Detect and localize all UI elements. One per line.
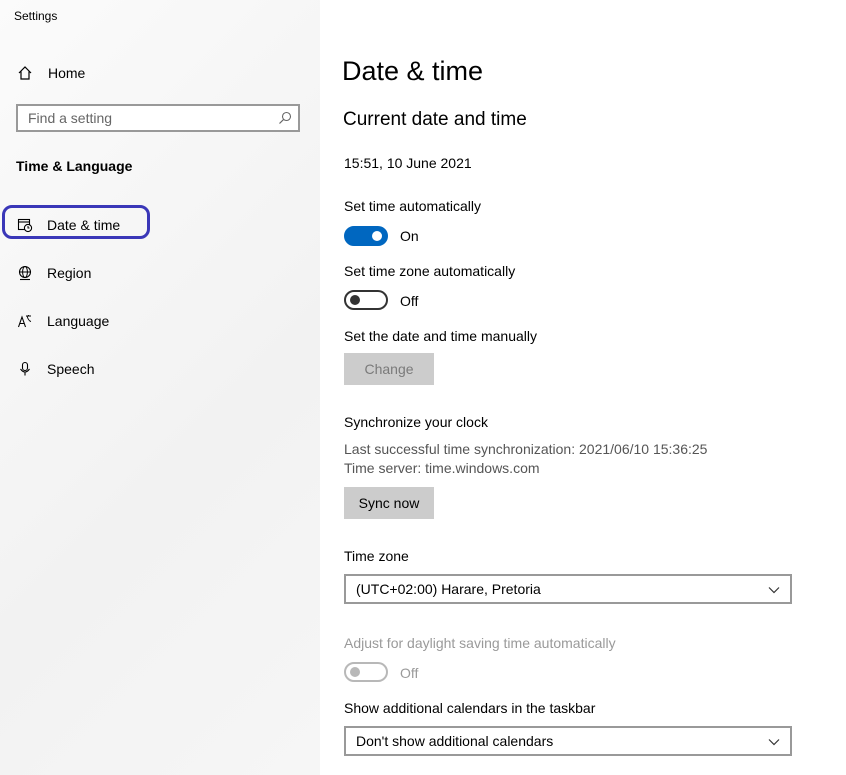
- calendars-value: Don't show additional calendars: [356, 733, 554, 749]
- dst-toggle: [344, 662, 388, 682]
- current-date-heading: Current date and time: [343, 109, 527, 130]
- page-title: Date & time: [342, 56, 484, 86]
- search-icon[interactable]: [278, 111, 292, 130]
- set-time-auto-toggle[interactable]: [344, 226, 388, 246]
- sync-heading: Synchronize your clock: [344, 414, 488, 430]
- home-nav-item[interactable]: Home: [16, 57, 85, 89]
- section-label: Time & Language: [16, 158, 133, 174]
- toggle-knob: [350, 295, 360, 305]
- sidebar-item-label: Speech: [47, 361, 95, 377]
- sidebar-item-speech[interactable]: Speech: [16, 353, 94, 385]
- manual-label: Set the date and time manually: [344, 328, 538, 344]
- time-server-text: Time server: time.windows.com: [344, 460, 540, 476]
- home-label: Home: [48, 65, 86, 81]
- set-zone-auto-toggle[interactable]: [344, 290, 388, 310]
- main-panel: Date & time Current date and time 15:51,…: [320, 0, 846, 775]
- sidebar-item-language[interactable]: Language: [16, 305, 109, 337]
- set-time-auto-state: On: [400, 228, 419, 244]
- dst-state: Off: [400, 665, 419, 681]
- sidebar: Settings Home Time & Language Date & tim…: [0, 0, 320, 775]
- sidebar-item-region[interactable]: Region: [16, 257, 91, 289]
- calendar-clock-icon: [16, 216, 34, 234]
- dst-label: Adjust for daylight saving time automati…: [344, 635, 616, 651]
- toggle-knob: [350, 667, 360, 677]
- sidebar-item-label: Date & time: [47, 217, 121, 233]
- change-button[interactable]: Change: [344, 353, 434, 385]
- microphone-icon: [16, 360, 34, 378]
- sidebar-item-label: Region: [47, 265, 92, 281]
- current-date-value: 15:51, 10 June 2021: [344, 155, 472, 171]
- timezone-value: (UTC+02:00) Harare, Pretoria: [356, 581, 541, 597]
- search-input[interactable]: [28, 110, 268, 126]
- language-icon: [16, 312, 34, 330]
- sync-now-button[interactable]: Sync now: [344, 487, 434, 519]
- last-sync-text: Last successful time synchronization: 20…: [344, 441, 708, 457]
- app-title: Settings: [14, 9, 58, 23]
- calendars-label: Show additional calendars in the taskbar: [344, 700, 596, 716]
- set-zone-auto-label: Set time zone automatically: [344, 263, 516, 279]
- toggle-knob: [372, 231, 382, 241]
- set-time-auto-label: Set time automatically: [344, 198, 481, 214]
- sidebar-item-date-time[interactable]: Date & time: [16, 209, 120, 241]
- globe-icon: [16, 264, 34, 282]
- chevron-down-icon: [768, 583, 780, 601]
- home-icon: [16, 64, 34, 82]
- timezone-select[interactable]: (UTC+02:00) Harare, Pretoria: [344, 574, 792, 604]
- calendars-select[interactable]: Don't show additional calendars: [344, 726, 792, 756]
- sidebar-item-label: Language: [47, 313, 110, 329]
- timezone-label: Time zone: [344, 548, 409, 564]
- chevron-down-icon: [768, 735, 780, 753]
- search-box[interactable]: [16, 104, 300, 132]
- set-zone-auto-state: Off: [400, 293, 419, 309]
